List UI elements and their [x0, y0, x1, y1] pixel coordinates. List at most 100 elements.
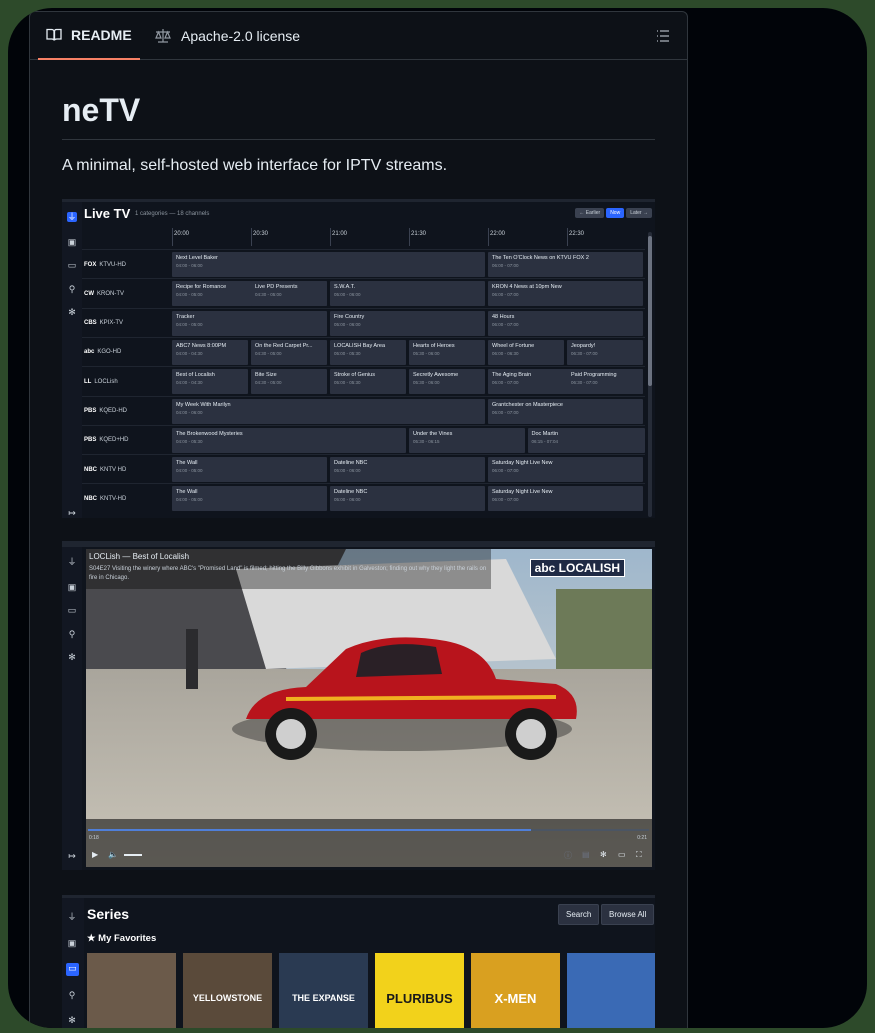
- program-cell[interactable]: Under the Vines 05:30 - 06:15: [409, 427, 525, 453]
- volume-slider[interactable]: [124, 854, 142, 856]
- captions-icon[interactable]: ▤: [582, 850, 590, 859]
- channel-row[interactable]: PBS KQED-HD My Week With Marilyn 04:00 - 06…: [82, 395, 645, 425]
- program-cell[interactable]: Stroke of Genius 05:00 - 05:30: [330, 369, 406, 395]
- volume-icon[interactable]: 🔈: [108, 850, 118, 859]
- program-cell[interactable]: The Ten O'Clock News on KTVU FOX 2 06:00 …: [488, 252, 643, 277]
- app-sidebar: ⏚ ▣ ▭ ⚲ ✻ ↦: [62, 202, 82, 518]
- program-title: ABC7 News 8:00PM: [176, 342, 227, 349]
- channel-row[interactable]: NBC KNTV-HD The Wall 04:00 - 05:00 Dateline …: [82, 483, 645, 512]
- cast-icon[interactable]: ▭: [618, 850, 626, 859]
- program-cell[interactable]: Next Level Baker 04:00 - 06:00: [172, 252, 485, 277]
- program-cell[interactable]: The Wall 04:00 - 05:00: [172, 457, 327, 483]
- channel-logo: PBS: [84, 408, 97, 414]
- tab-license[interactable]: Apache-2.0 license: [154, 12, 300, 60]
- series-poster[interactable]: [567, 953, 655, 1028]
- channel-row[interactable]: CW KRON-TV Recipe for Romance 04:00 - 05:00…: [82, 278, 645, 307]
- channel-logo: CW: [84, 290, 94, 297]
- program-cell[interactable]: Bite Size 04:30 - 05:00: [251, 369, 327, 395]
- program-time: 04:00 - 06:00: [176, 409, 203, 415]
- video-description: S04E27 Visiting the winery where ABC's "…: [89, 566, 487, 581]
- info-icon[interactable]: ⓘ: [564, 850, 572, 861]
- time-tick: [330, 228, 331, 246]
- program-cell[interactable]: Dateline NBC 05:00 - 06:00: [330, 457, 485, 483]
- program-cell[interactable]: Grantchester on Masterpiece 06:00 - 07:00: [488, 398, 643, 424]
- channel-row[interactable]: LL LOCLish Best of Localish 04:00 - 04:30 Bi…: [82, 366, 645, 395]
- time-tick: [172, 228, 173, 246]
- channel-row[interactable]: FOX KTVU-HD Next Level Baker 04:00 - 06:00 T…: [82, 249, 645, 278]
- time-tick: [251, 228, 252, 246]
- program-title: Hearts of Heroes: [413, 342, 455, 349]
- monitor-icon: ▭: [67, 260, 77, 270]
- series-poster[interactable]: X-MEN: [471, 953, 560, 1028]
- channel-name: KTVU-HD: [99, 261, 127, 268]
- channel-cell: FOX KTVU-HD: [84, 250, 170, 279]
- program-cell[interactable]: Doc Martin 06:15 - 07:04: [527, 427, 645, 453]
- time-label: 20:00: [174, 231, 190, 237]
- video-still: [86, 549, 652, 867]
- program-cell[interactable]: Secretly Awesome 05:30 - 06:00: [409, 369, 485, 395]
- video-progress-bar[interactable]: [88, 829, 649, 831]
- gear-icon: ✻: [68, 652, 76, 662]
- program-title: Doc Martin: [531, 430, 559, 437]
- outline-list-icon[interactable]: [655, 28, 671, 49]
- program-cell[interactable]: Best of Localish 04:00 - 04:30: [172, 369, 248, 395]
- program-cell[interactable]: My Week With Marilyn 04:00 - 06:00: [172, 398, 485, 424]
- channel-row[interactable]: CBS KPIX-TV Tracker 04:00 - 05:00 Fire Count…: [82, 307, 645, 338]
- livetv-subtitle: 1 categories — 18 channels: [135, 211, 210, 217]
- program-cell[interactable]: Hearts of Heroes 05:30 - 06:00: [409, 339, 485, 365]
- channel-row[interactable]: NBC KNTV HD The Wall 04:00 - 05:00 Dateline …: [82, 454, 645, 483]
- channel-cell: LL LOCLish: [84, 367, 170, 396]
- series-poster[interactable]: THE EXPANSE: [279, 953, 368, 1028]
- program-cell[interactable]: Live PD Presents 04:30 - 05:00: [251, 281, 327, 307]
- program-cell[interactable]: 48 Hours 06:00 - 07:00: [488, 310, 643, 336]
- program-cell[interactable]: Wheel of Fortune 06:00 - 06:30: [488, 339, 564, 365]
- program-cell[interactable]: KRON 4 News at 10pm New 06:00 - 07:00: [488, 281, 643, 307]
- program-cell[interactable]: On the Red Carpet Pr... 04:30 - 05:00: [251, 339, 327, 365]
- channel-row[interactable]: abc KGO-HD ABC7 News 8:00PM 04:00 - 04:30 On…: [82, 336, 645, 367]
- channel-row[interactable]: PBS KQED+HD The Brokenwood Mysteries 04:00 …: [82, 424, 645, 454]
- channel-name: KQED-HD: [99, 408, 128, 414]
- program-cell[interactable]: The Wall 04:00 - 05:00: [172, 486, 327, 512]
- app-sidebar: ⏚ ▣ ▭ ⚲ ✻ ↦: [62, 547, 82, 870]
- program-cell[interactable]: ABC7 News 8:00PM 04:00 - 04:30: [172, 339, 248, 365]
- channel-name: KNTV HD: [100, 466, 127, 473]
- program-cell[interactable]: Fire Country 05:00 - 06:00: [330, 310, 485, 336]
- channel-cell: CBS KPIX-TV: [84, 309, 170, 338]
- program-cell[interactable]: Saturday Night Live New 06:00 - 07:00: [488, 457, 643, 483]
- series-poster[interactable]: [87, 953, 176, 1028]
- livetv-title: Live TV: [84, 206, 131, 221]
- program-time: 06:00 - 06:30: [492, 350, 519, 356]
- play-icon[interactable]: ▶: [92, 850, 98, 859]
- program-title: The Wall: [176, 489, 198, 496]
- program-cell[interactable]: Dateline NBC 05:00 - 06:00: [330, 486, 485, 512]
- settings-icon[interactable]: ✻: [600, 850, 607, 859]
- tab-readme[interactable]: README: [38, 12, 140, 60]
- series-poster[interactable]: PLURIBUS: [375, 953, 464, 1028]
- program-cell[interactable]: Paid Programming 06:30 - 07:00: [567, 369, 643, 395]
- program-time: 05:00 - 05:30: [334, 350, 361, 356]
- program-title: Dateline NBC: [334, 460, 368, 467]
- program-cell[interactable]: Tracker 04:00 - 05:00: [172, 310, 327, 336]
- time-label: 22:30: [569, 231, 585, 237]
- channel-logo: LL: [84, 378, 92, 385]
- program-title: My Week With Marilyn: [176, 401, 231, 408]
- fullscreen-icon[interactable]: ⛶: [636, 850, 642, 860]
- channel-name: KRON-TV: [97, 290, 124, 297]
- channel-cell: abc KGO-HD: [84, 338, 170, 367]
- program-cell[interactable]: Jeopardy! 06:30 - 07:00: [567, 339, 643, 365]
- program-cell[interactable]: S.W.A.T. 05:00 - 06:00: [330, 281, 485, 307]
- readme-title: neTV: [62, 92, 655, 140]
- program-cell[interactable]: LOCALISH Bay Area 05:00 - 05:30: [330, 339, 406, 365]
- later-button: Later →: [626, 208, 652, 218]
- program-cell[interactable]: Saturday Night Live New 06:00 - 07:00: [488, 486, 643, 512]
- series-poster[interactable]: YELLOWSTONE: [183, 953, 272, 1028]
- video-title: LOCLish — Best of Localish: [89, 552, 190, 561]
- gear-icon: ✻: [68, 307, 76, 317]
- program-title: The Ten O'Clock News on KTVU FOX 2: [492, 255, 589, 261]
- monitor-icon: ▭: [67, 605, 77, 615]
- guide-scrollbar: [648, 232, 652, 517]
- video-current-time: 0:18: [89, 835, 99, 841]
- readme-panel: README Apache-2.0 license neTV A minimal…: [29, 11, 688, 1028]
- program-cell[interactable]: The Brokenwood Mysteries 04:00 - 05:30: [172, 427, 406, 453]
- program-time: 04:00 - 04:30: [176, 350, 203, 356]
